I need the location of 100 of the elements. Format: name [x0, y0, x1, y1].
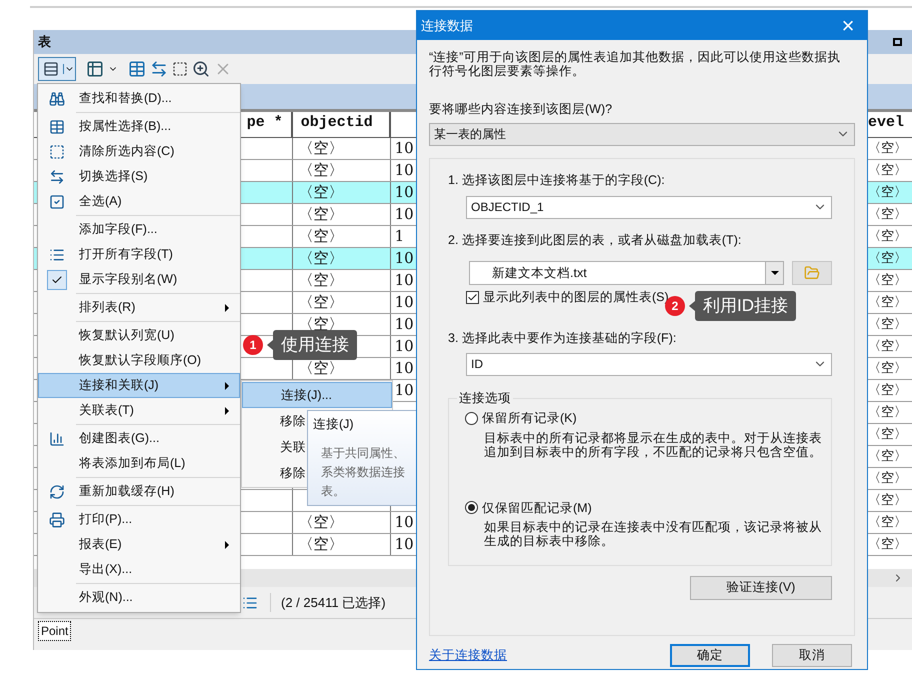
table-cell: 〈空〉: [298, 183, 344, 201]
table-options-icon: [43, 61, 59, 77]
table-cell: 10: [394, 337, 414, 355]
table-cell: 〈空〉: [298, 359, 344, 377]
submenu-arrow-icon: [225, 540, 229, 548]
callout-label: 使用连接: [267, 330, 357, 360]
table-icon: [49, 118, 65, 134]
callout-label: 利用ID挂接: [689, 291, 796, 321]
binoculars-icon: [49, 90, 65, 106]
checked-square-icon: [49, 194, 65, 210]
table-options-button[interactable]: [38, 57, 76, 81]
menu-item[interactable]: 打开所有字段(T): [38, 242, 240, 267]
radio-button[interactable]: [465, 412, 478, 425]
help-link[interactable]: 关于连接数据: [429, 646, 507, 665]
table-cell: 〈空〉: [868, 229, 908, 244]
layer-tab[interactable]: Point: [38, 621, 72, 641]
menu-item[interactable]: 连接(J)...: [242, 382, 392, 408]
refresh-icon: [49, 484, 65, 500]
table-cell: 〈空〉: [298, 249, 344, 267]
zoom-icon[interactable]: [192, 60, 210, 78]
menu-item[interactable]: 按属性选择(B)...: [38, 114, 240, 139]
join-type-select[interactable]: 某一表的属性: [429, 122, 855, 146]
window-title: 表: [38, 33, 51, 52]
menu-item[interactable]: 报表(E): [38, 532, 240, 557]
submenu-arrow-icon: [225, 406, 229, 414]
maximize-icon[interactable]: [893, 38, 902, 46]
selection-count: (2 / 25411 已选择): [270, 592, 386, 612]
table-cell: 〈空〉: [868, 493, 908, 508]
printer-icon: [49, 512, 65, 528]
folder-icon: [804, 265, 820, 282]
description-text: “连接”可用于向该图层的属性表追加其他数据，因此可以使用这些数据执行符号化图层要素等操作。: [429, 50, 842, 78]
related-tables-icon[interactable]: [86, 60, 104, 78]
table-cell: 〈空〉: [868, 185, 908, 200]
table-cell: 10: [394, 359, 414, 377]
table-cell: 10: [394, 293, 414, 311]
table-cell: 〈空〉: [298, 205, 344, 223]
tooltip-text: 基于共同属性、: [320, 444, 406, 462]
table-icon[interactable]: [128, 60, 146, 78]
table-cell: 〈空〉: [868, 537, 908, 552]
menu-item[interactable]: 关联表(T): [38, 398, 240, 423]
table-cell: 10: [394, 381, 414, 399]
menu-item[interactable]: 排列表(R): [38, 295, 240, 320]
table-cell: 10: [394, 271, 414, 289]
table-cell: 10: [394, 535, 414, 553]
menu-item[interactable]: 重新加载缓存(H): [38, 479, 240, 504]
checkbox[interactable]: [466, 291, 479, 304]
submenu-arrow-icon: [225, 304, 229, 312]
layer-field-select[interactable]: OBJECTID_1: [466, 196, 832, 218]
cancel-button[interactable]: 取消: [772, 644, 852, 667]
arrows-icon[interactable]: [150, 60, 168, 78]
menu-item[interactable]: 清除所选内容(C): [38, 139, 240, 164]
table-cell: 1: [394, 227, 404, 245]
field-label: 要将哪些内容连接到该图层(W)?: [429, 101, 614, 118]
table-cell: 〈空〉: [868, 295, 908, 310]
menu-item[interactable]: 查找和替换(D)...: [38, 86, 240, 111]
column-header[interactable]: evel: [868, 112, 912, 137]
table-cell: 〈空〉: [868, 207, 908, 222]
menu-item[interactable]: 将表添加到布局(L): [38, 451, 240, 476]
dashed-square-icon: [49, 144, 65, 160]
close-button[interactable]: ×: [833, 14, 863, 36]
table-cell: 〈空〉: [868, 383, 908, 398]
radio-button[interactable]: [465, 501, 478, 514]
menu-item[interactable]: 打印(P)...: [38, 507, 240, 532]
menu-item[interactable]: 连接和关联(J): [38, 373, 240, 398]
table-select[interactable]: 新建文本文档.txt: [469, 261, 784, 286]
dashed-square-icon[interactable]: [172, 61, 188, 77]
field-label: 1. 选择该图层中连接将基于的字段(C):: [448, 172, 666, 189]
radio-label[interactable]: 仅保留匹配记录(M): [482, 498, 592, 518]
arrows-icon: [49, 168, 65, 184]
ok-button[interactable]: 确定: [670, 644, 750, 667]
menu-item[interactable]: 外观(N)...: [38, 585, 240, 610]
list-icon: [49, 246, 65, 262]
table-cell: 10: [394, 205, 414, 223]
list-icon[interactable]: [242, 594, 258, 610]
menu-item[interactable]: 恢复默认字段顺序(O): [38, 348, 240, 373]
menu-item[interactable]: 显示字段别名(W): [38, 267, 240, 292]
table-cell: 10: [394, 249, 414, 267]
table-cell: 〈空〉: [868, 273, 908, 288]
validate-button[interactable]: 验证连接(V): [690, 576, 832, 600]
dialog-title: 连接数据: [421, 16, 473, 35]
tooltip-text: 表。: [320, 482, 346, 500]
table-cell: 10: [394, 513, 414, 531]
radio-label[interactable]: 保留所有记录(K): [482, 408, 577, 428]
table-cell: 〈空〉: [298, 271, 344, 289]
menu-item[interactable]: 导出(X)...: [38, 557, 240, 582]
join-field-select[interactable]: ID: [466, 352, 832, 376]
table-cell: 〈空〉: [868, 317, 908, 332]
menu-item[interactable]: 创建图表(G)...: [38, 426, 240, 451]
table-cell: 10: [394, 139, 414, 157]
menu-item[interactable]: 全选(A): [38, 189, 240, 214]
table-cell: 〈空〉: [868, 339, 908, 354]
table-cell: 〈空〉: [868, 471, 908, 486]
table-cell: 〈空〉: [298, 315, 344, 333]
table-cell: 〈空〉: [298, 535, 344, 553]
menu-item[interactable]: 切换选择(S): [38, 164, 240, 189]
option-description: 如果目标表中的记录在连接表中没有匹配项，该记录将被从生成的目标表中移除。: [484, 520, 823, 548]
menu-item[interactable]: 恢复默认列宽(U): [38, 323, 240, 348]
tooltip-title: 连接(J): [313, 416, 355, 433]
bar-chart-icon: [49, 430, 65, 446]
menu-item[interactable]: 添加字段(F)...: [38, 217, 240, 242]
